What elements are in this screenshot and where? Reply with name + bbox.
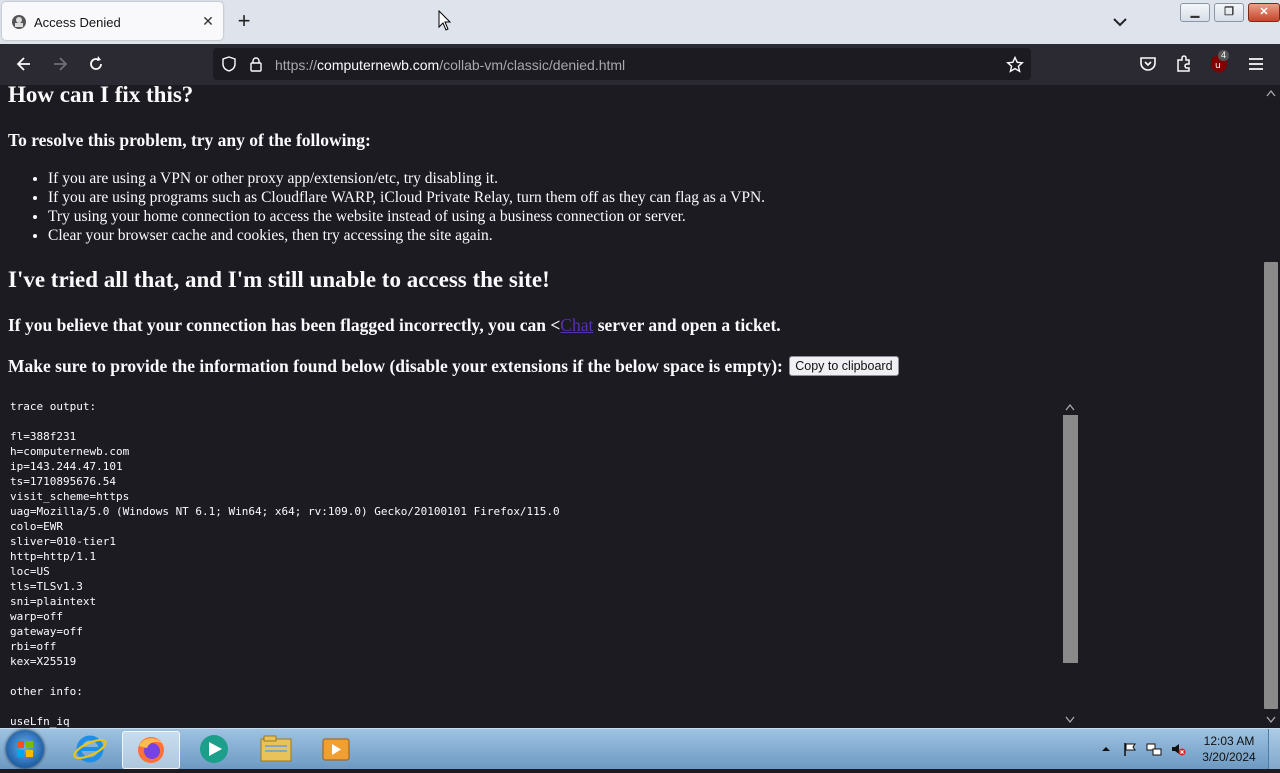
restore-button[interactable]: ❐ — [1214, 3, 1244, 22]
url-text[interactable]: https://computernewb.com/collab-vm/class… — [275, 57, 625, 73]
list-item: If you are using programs such as Cloudf… — [48, 188, 765, 207]
tab-title: Access Denied — [34, 15, 121, 30]
fix-list: If you are using a VPN or other proxy ap… — [8, 169, 765, 245]
flagged-text-after: server and open a ticket. — [593, 315, 781, 335]
firefox-taskbar-icon[interactable] — [122, 731, 180, 769]
action-center-flag-icon[interactable] — [1122, 741, 1138, 757]
volume-muted-icon[interactable] — [1170, 741, 1186, 757]
start-button-windows-icon[interactable] — [6, 730, 44, 768]
media-center-icon[interactable] — [308, 731, 364, 767]
url-host: computernewb.com — [317, 57, 440, 73]
taskbar: 12:03 AM 3/20/2024 — [0, 728, 1280, 769]
clock-time: 12:03 AM — [1203, 734, 1255, 748]
pocket-icon[interactable] — [1138, 54, 1158, 74]
page-scroll-thumb[interactable] — [1264, 262, 1278, 709]
page-favicon-icon — [12, 15, 26, 29]
tab-close-icon[interactable]: ✕ — [199, 12, 217, 30]
trace-output-textarea[interactable]: trace output: fl=388f231 h=computernewb.… — [10, 399, 1062, 728]
tracking-protection-shield-icon[interactable] — [221, 56, 237, 72]
file-explorer-icon[interactable] — [248, 731, 304, 767]
extensions-puzzle-icon[interactable] — [1174, 54, 1194, 74]
media-player-icon[interactable] — [186, 731, 242, 767]
provide-text: Make sure to provide the information fou… — [8, 356, 783, 376]
internet-explorer-icon[interactable] — [62, 731, 118, 767]
bookmark-star-icon[interactable] — [1006, 56, 1024, 74]
trace-scrollbar[interactable] — [1062, 399, 1079, 728]
hamburger-menu-icon[interactable] — [1246, 54, 1266, 74]
minimize-button[interactable]: ▁ — [1180, 3, 1210, 22]
page-scroll-up-icon[interactable] — [1266, 89, 1276, 97]
chat-link[interactable]: Chat — [560, 315, 593, 335]
address-bar[interactable]: https://computernewb.com/collab-vm/class… — [213, 48, 1031, 80]
page-scroll-down-icon[interactable] — [1266, 716, 1276, 724]
tab-strip: Access Denied ✕ + ▁ ❐ ✕ — [0, 0, 1280, 44]
copy-to-clipboard-button[interactable]: Copy to clipboard — [789, 356, 899, 376]
navigation-toolbar: https://computernewb.com/collab-vm/class… — [0, 44, 1280, 85]
list-all-tabs-chevron-icon[interactable] — [1110, 12, 1130, 32]
trace-scroll-thumb[interactable] — [1063, 415, 1078, 663]
close-window-button[interactable]: ✕ — [1248, 3, 1280, 22]
still-unable-heading: I've tried all that, and I'm still unabl… — [8, 267, 550, 292]
url-scheme: https:// — [275, 57, 318, 73]
flagged-text-before: If you believe that your connection has … — [8, 315, 561, 335]
list-item: If you are using a VPN or other proxy ap… — [48, 169, 765, 188]
svg-text:u: u — [1215, 61, 1221, 71]
show-hidden-icons-arrow-icon[interactable] — [1098, 741, 1114, 757]
tab-access-denied[interactable]: Access Denied ✕ — [2, 2, 223, 40]
url-path: /collab-vm/classic/denied.html — [439, 57, 626, 73]
network-icon[interactable] — [1146, 741, 1162, 757]
forward-arrow-icon[interactable] — [50, 54, 70, 74]
mouse-cursor-icon — [438, 10, 452, 31]
new-tab-button[interactable]: + — [233, 10, 255, 33]
page-content: How can I fix this? To resolve this prob… — [0, 85, 1262, 728]
flagged-paragraph: If you believe that your connection has … — [8, 315, 781, 336]
extension-badge: 4 — [1218, 50, 1230, 61]
show-desktop-button[interactable] — [1268, 729, 1280, 769]
provide-info-paragraph: Make sure to provide the information fou… — [8, 356, 899, 377]
clock-date: 3/20/2024 — [1202, 750, 1256, 764]
back-arrow-icon[interactable] — [14, 54, 34, 74]
list-item: Clear your browser cache and cookies, th… — [48, 226, 765, 245]
list-item: Try using your home connection to access… — [48, 207, 765, 226]
resolve-heading: To resolve this problem, try any of the … — [8, 130, 371, 150]
scroll-down-arrow-icon[interactable] — [1065, 716, 1075, 724]
lock-icon[interactable] — [249, 56, 263, 72]
clock[interactable]: 12:03 AM 3/20/2024 — [1196, 733, 1262, 765]
reload-icon[interactable] — [86, 54, 106, 74]
scroll-up-arrow-icon[interactable] — [1065, 403, 1075, 411]
page-scrollbar[interactable] — [1262, 85, 1280, 728]
fix-heading: How can I fix this? — [8, 85, 194, 107]
